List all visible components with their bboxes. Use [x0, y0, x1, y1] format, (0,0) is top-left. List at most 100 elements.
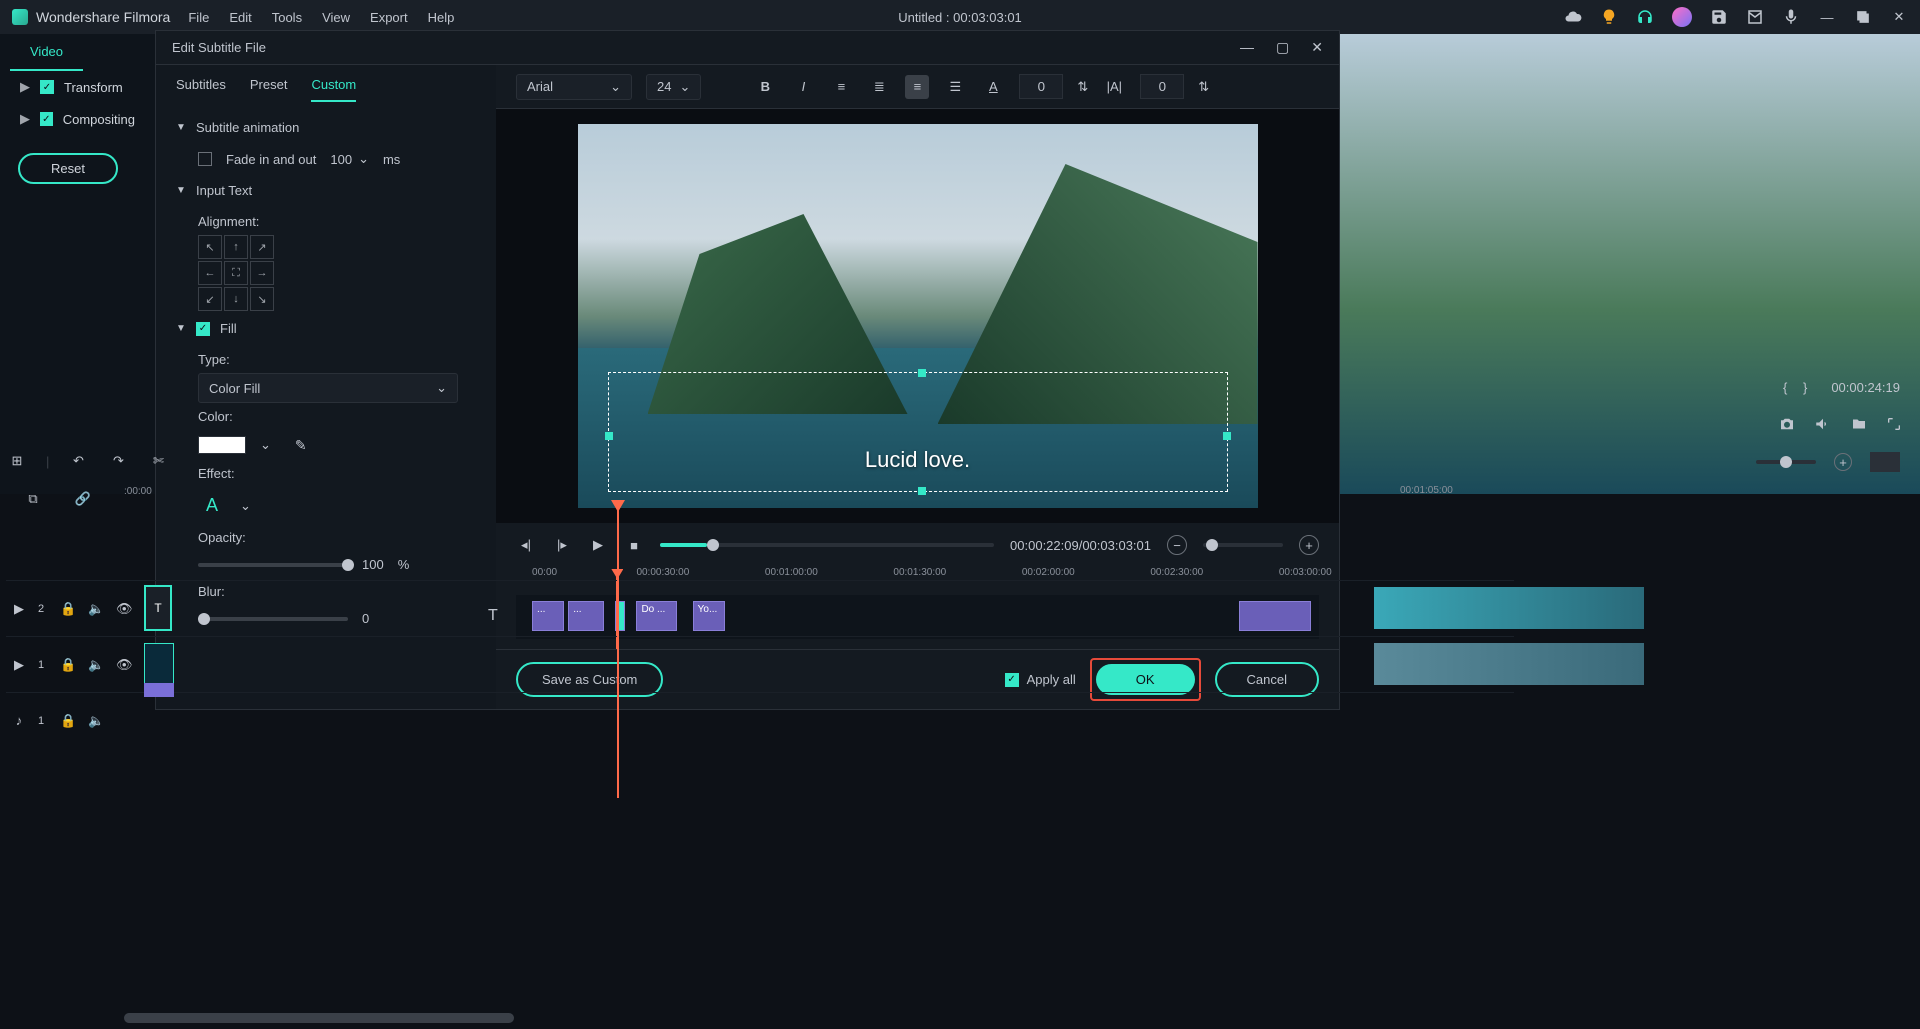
- text-bounding-box[interactable]: Lucid love.: [608, 372, 1228, 492]
- user-avatar[interactable]: [1672, 7, 1692, 27]
- maximize-icon[interactable]: [1854, 8, 1872, 26]
- undo-icon[interactable]: ↶: [67, 450, 89, 472]
- mute-icon[interactable]: 🔈: [88, 657, 106, 673]
- size-dropdown[interactable]: 24⌄: [646, 74, 701, 100]
- type-dropdown[interactable]: Color Fill⌄: [198, 373, 458, 403]
- align-top-right[interactable]: ↗: [250, 235, 274, 259]
- check-icon[interactable]: ✓: [40, 112, 53, 126]
- menu-file[interactable]: File: [188, 10, 209, 25]
- audio-track-1[interactable]: ♪ 1 🔒 🔈: [6, 692, 1514, 748]
- video-tab[interactable]: Video: [10, 34, 83, 71]
- mute-icon[interactable]: 🔈: [88, 713, 106, 729]
- video-clip[interactable]: [1374, 643, 1644, 685]
- main-ruler-right[interactable]: 00:01:05:00: [1340, 485, 1920, 509]
- cut-icon[interactable]: ✄: [147, 450, 169, 472]
- link-icon[interactable]: 🔗: [72, 488, 94, 510]
- snapshot-icon[interactable]: [1778, 415, 1796, 436]
- eyedropper-icon[interactable]: ✎: [295, 437, 307, 454]
- lock-icon[interactable]: 🔒: [60, 713, 78, 729]
- align-left[interactable]: ←: [198, 261, 222, 285]
- align-top-left[interactable]: ↖: [198, 235, 222, 259]
- horizontal-scrollbar[interactable]: [124, 1013, 514, 1023]
- subtitle-preview[interactable]: Lucid love.: [496, 109, 1339, 523]
- minimize-icon[interactable]: —: [1818, 8, 1836, 26]
- marker-braces[interactable]: { }: [1783, 380, 1813, 395]
- fade-value-dropdown[interactable]: 100⌄: [330, 151, 369, 167]
- mail-icon[interactable]: [1746, 8, 1764, 26]
- project-title: Untitled : 00:03:03:01: [898, 10, 1022, 25]
- spacing-input-1[interactable]: [1019, 74, 1063, 99]
- stepper-icon-2[interactable]: ⇅: [1198, 79, 1209, 95]
- main-ruler[interactable]: :00:00: [124, 486, 1520, 508]
- redo-icon[interactable]: ↷: [107, 450, 129, 472]
- menu-view[interactable]: View: [322, 10, 350, 25]
- align-bottom[interactable]: ↓: [224, 287, 248, 311]
- subtitle-text[interactable]: Lucid love.: [609, 447, 1227, 473]
- video-track-2[interactable]: ▶ 2 🔒 🔈 👁 T: [6, 580, 1514, 636]
- align-right[interactable]: →: [250, 261, 274, 285]
- folder-icon[interactable]: [1850, 415, 1868, 436]
- tab-custom[interactable]: Custom: [311, 77, 356, 102]
- visibility-icon[interactable]: 👁: [116, 657, 134, 673]
- compositing-item[interactable]: ▶ ✓ Compositing: [0, 103, 155, 135]
- lock-icon[interactable]: 🔒: [60, 601, 78, 617]
- menu-help[interactable]: Help: [428, 10, 455, 25]
- video-track-1[interactable]: ▶ 1 🔒 🔈 👁: [6, 636, 1514, 692]
- volume-icon[interactable]: [1814, 415, 1832, 436]
- text-color-icon[interactable]: A: [981, 75, 1005, 99]
- copy-icon[interactable]: ⧉: [22, 488, 44, 510]
- waveform-icon[interactable]: [1870, 452, 1900, 472]
- input-text-header[interactable]: ▼ Input Text: [176, 173, 476, 208]
- close-icon[interactable]: ✕: [1890, 8, 1908, 26]
- lightbulb-icon[interactable]: [1600, 8, 1618, 26]
- mic-icon[interactable]: [1782, 8, 1800, 26]
- save-icon[interactable]: [1710, 8, 1728, 26]
- transform-item[interactable]: ▶ ✓ Transform: [0, 71, 155, 103]
- align-right-icon[interactable]: ≡: [905, 75, 929, 99]
- align-justify-icon[interactable]: ☰: [943, 75, 967, 99]
- kerning-icon[interactable]: [715, 75, 739, 99]
- main-playhead[interactable]: [617, 508, 619, 798]
- dialog-close-icon[interactable]: ✕: [1311, 39, 1323, 56]
- font-dropdown[interactable]: Arial⌄: [516, 74, 632, 100]
- stepper-icon[interactable]: ⇅: [1077, 79, 1088, 95]
- menu-tools[interactable]: Tools: [272, 10, 302, 25]
- lock-icon[interactable]: 🔒: [60, 657, 78, 673]
- subtitle-animation-header[interactable]: ▼ Subtitle animation: [176, 110, 476, 145]
- align-center-icon[interactable]: ≣: [867, 75, 891, 99]
- italic-icon[interactable]: I: [791, 75, 815, 99]
- mute-icon[interactable]: 🔈: [88, 601, 106, 617]
- letter-spacing-icon[interactable]: |A|: [1102, 75, 1126, 99]
- fade-checkbox[interactable]: [198, 152, 212, 166]
- menu-export[interactable]: Export: [370, 10, 408, 25]
- align-left-icon[interactable]: ≡: [829, 75, 853, 99]
- selected-title-clip[interactable]: T: [144, 585, 172, 631]
- menu-edit[interactable]: Edit: [229, 10, 251, 25]
- grid-icon[interactable]: ⊞: [6, 450, 28, 472]
- align-bottom-right[interactable]: ↘: [250, 287, 274, 311]
- dialog-maximize-icon[interactable]: ▢: [1276, 39, 1289, 56]
- tab-preset[interactable]: Preset: [250, 77, 288, 102]
- reset-button[interactable]: Reset: [18, 153, 118, 184]
- align-top[interactable]: ↑: [224, 235, 248, 259]
- color-label: Color:: [198, 409, 233, 424]
- dialog-minimize-icon[interactable]: —: [1240, 39, 1254, 56]
- fullscreen-icon[interactable]: [1886, 416, 1902, 435]
- zoom-slider[interactable]: [1756, 460, 1816, 464]
- color-swatch[interactable]: [198, 436, 246, 454]
- zoom-in-icon[interactable]: +: [1834, 453, 1852, 471]
- tab-subtitles[interactable]: Subtitles: [176, 77, 226, 102]
- bold-icon[interactable]: B: [753, 75, 777, 99]
- video-clip[interactable]: [1374, 587, 1644, 629]
- fill-header[interactable]: ▼ ✓ Fill: [176, 311, 476, 346]
- video-clip[interactable]: [144, 643, 174, 685]
- spacing-input-2[interactable]: [1140, 74, 1184, 99]
- fill-checkbox[interactable]: ✓: [196, 322, 210, 336]
- check-icon[interactable]: ✓: [40, 80, 54, 94]
- align-bottom-left[interactable]: ↙: [198, 287, 222, 311]
- chevron-down-icon[interactable]: ⌄: [260, 437, 271, 453]
- headphones-icon[interactable]: [1636, 8, 1654, 26]
- align-center[interactable]: ⛶: [224, 261, 248, 285]
- cloud-icon[interactable]: [1564, 8, 1582, 26]
- visibility-icon[interactable]: 👁: [116, 601, 134, 617]
